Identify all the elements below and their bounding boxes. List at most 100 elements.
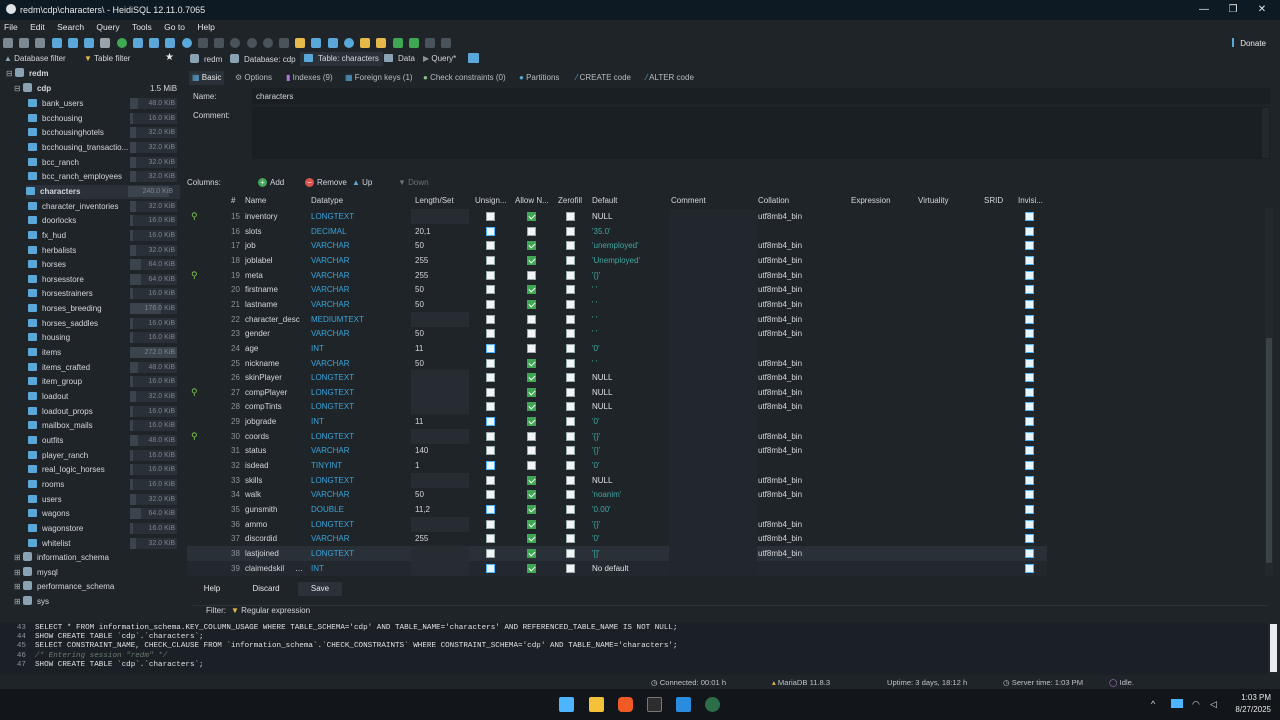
comment-cell[interactable]: [669, 545, 757, 561]
column-name[interactable]: meta: [245, 268, 307, 283]
ellipsis-button[interactable]: …: [295, 561, 305, 576]
zerofill-checkbox[interactable]: [566, 475, 575, 485]
column-name[interactable]: joblabel: [245, 253, 307, 268]
invisible-checkbox[interactable]: [1025, 563, 1034, 573]
tab-database[interactable]: Database: cdp: [230, 54, 296, 64]
collation-cell[interactable]: utf8mb4_bin: [758, 356, 850, 371]
default-cell[interactable]: ' ': [592, 356, 668, 371]
allow-null-checkbox[interactable]: [527, 519, 536, 529]
tree-root-redm[interactable]: ⊟ redm: [6, 67, 49, 81]
tree-table-item[interactable]: whitelist 32.0 KiB: [28, 537, 180, 551]
tray-app-icon[interactable]: [1171, 699, 1183, 708]
column-name[interactable]: gender: [245, 326, 307, 341]
maximize-button[interactable]: ❐: [1226, 3, 1240, 17]
default-cell[interactable]: 'noanim': [592, 487, 668, 502]
allow-null-checkbox[interactable]: [527, 241, 536, 251]
default-cell[interactable]: 'Unemployed': [592, 253, 668, 268]
collation-cell[interactable]: utf8mb4_bin: [758, 253, 850, 268]
volume-icon[interactable]: ◁: [1210, 699, 1217, 710]
session-manager-icon[interactable]: [3, 38, 13, 48]
length-cell[interactable]: 50: [411, 238, 469, 253]
export-icon[interactable]: [149, 38, 160, 48]
length-cell[interactable]: [411, 545, 469, 561]
hdr-allow-null[interactable]: Allow N...: [515, 195, 549, 207]
table-row[interactable]: 29 jobgrade INT 11 '0': [187, 414, 1047, 430]
tree-table-item[interactable]: bcchousinghotels 32.0 KiB: [28, 126, 180, 140]
tree-db-item[interactable]: ⊞ mysql: [14, 566, 58, 580]
invisible-checkbox[interactable]: [1025, 270, 1034, 280]
datatype-cell[interactable]: VARCHAR: [311, 443, 406, 458]
menu-file[interactable]: File: [4, 22, 18, 32]
column-name[interactable]: inventory: [245, 209, 307, 224]
invisible-checkbox[interactable]: [1025, 505, 1034, 514]
hdr-invisible[interactable]: Invisi...: [1018, 195, 1043, 207]
invisible-checkbox[interactable]: [1025, 343, 1034, 353]
table-row[interactable]: 23 gender VARCHAR 50 ' ' utf8mb4_bin: [187, 326, 1047, 342]
allow-null-checkbox[interactable]: [527, 387, 536, 397]
allow-null-checkbox[interactable]: [527, 475, 536, 485]
hdr-number[interactable]: #: [231, 195, 235, 207]
undo-icon[interactable]: [84, 38, 95, 48]
collation-cell[interactable]: utf8mb4_bin: [758, 546, 850, 561]
datatype-cell[interactable]: VARCHAR: [311, 487, 406, 502]
donate-button[interactable]: Donate: [1232, 38, 1266, 48]
datatype-cell[interactable]: MEDIUMTEXT: [311, 312, 406, 327]
zerofill-checkbox[interactable]: [566, 505, 575, 514]
tab-indexes[interactable]: ▮ Indexes (9): [283, 71, 336, 85]
default-cell[interactable]: '0': [592, 458, 668, 473]
comment-cell[interactable]: [669, 326, 757, 342]
column-name[interactable]: coords: [245, 429, 307, 444]
run-icon[interactable]: [278, 38, 289, 48]
tree-table-item[interactable]: outfits 48.0 KiB: [28, 434, 180, 448]
unsigned-checkbox[interactable]: [486, 255, 495, 265]
column-name[interactable]: jobgrade: [245, 414, 307, 429]
comment-cell[interactable]: [669, 487, 757, 503]
unsigned-checkbox[interactable]: [486, 387, 495, 397]
collation-cell[interactable]: [758, 502, 850, 517]
comment-cell[interactable]: [669, 428, 757, 444]
datatype-cell[interactable]: DOUBLE: [311, 502, 406, 517]
column-name[interactable]: lastjoined: [245, 546, 307, 561]
default-cell[interactable]: ' ': [592, 312, 668, 327]
tree-table-item[interactable]: wagonstore 16.0 KiB: [28, 522, 180, 536]
table-row[interactable]: 24 age INT 11 '0': [187, 340, 1047, 356]
table-row[interactable]: 18 joblabel VARCHAR 255 'Unemployed' utf8mb4_…: [187, 252, 1047, 268]
default-cell[interactable]: '[]': [592, 546, 668, 561]
tree-db-item[interactable]: ⊞ performance_schema: [14, 580, 114, 594]
close-tab-icon[interactable]: [441, 38, 452, 48]
unsigned-checkbox[interactable]: [486, 226, 495, 236]
tree-table-item[interactable]: horses_breeding 176.0 KiB: [28, 302, 180, 316]
invisible-checkbox[interactable]: [1025, 373, 1034, 383]
collation-cell[interactable]: [758, 414, 850, 429]
invisible-checkbox[interactable]: [1025, 329, 1034, 339]
table-row[interactable]: ⚲ 30 coords LONGTEXT '{}' utf8mb4_bin: [187, 428, 1047, 444]
hdr-length[interactable]: Length/Set: [415, 195, 454, 207]
comment-cell[interactable]: [669, 223, 757, 239]
default-cell[interactable]: '35.0': [592, 224, 668, 239]
collation-cell[interactable]: [758, 458, 850, 473]
menu-search[interactable]: Search: [57, 22, 84, 32]
tree-table-item[interactable]: fx_hud 16.0 KiB: [28, 229, 180, 243]
default-cell[interactable]: '0.00': [592, 502, 668, 517]
comment-cell[interactable]: [669, 516, 757, 532]
close-button[interactable]: ✕: [1255, 3, 1269, 17]
tree-table-item[interactable]: mailbox_mails 16.0 KiB: [28, 419, 180, 433]
unsigned-checkbox[interactable]: [486, 431, 495, 441]
tab-partitions[interactable]: ● Partitions: [516, 71, 562, 85]
unsigned-checkbox[interactable]: [486, 490, 495, 500]
default-cell[interactable]: 'unemployed': [592, 238, 668, 253]
column-name[interactable]: lastname: [245, 297, 307, 312]
new-icon[interactable]: [132, 38, 143, 48]
add-column-button[interactable]: + Add: [258, 178, 284, 187]
zerofill-checkbox[interactable]: [566, 373, 575, 383]
unsigned-checkbox[interactable]: [486, 299, 495, 309]
add-icon[interactable]: [230, 38, 241, 48]
tree-table-item[interactable]: characters 240.0 KiB: [26, 184, 180, 199]
new-query-tab-icon[interactable]: [468, 53, 479, 63]
comment-cell[interactable]: [669, 384, 757, 400]
comment-cell[interactable]: [669, 209, 757, 224]
collation-cell[interactable]: utf8mb4_bin: [758, 238, 850, 253]
length-cell[interactable]: 50: [411, 297, 469, 312]
comment-cell[interactable]: [669, 252, 757, 268]
invisible-checkbox[interactable]: [1025, 417, 1034, 427]
